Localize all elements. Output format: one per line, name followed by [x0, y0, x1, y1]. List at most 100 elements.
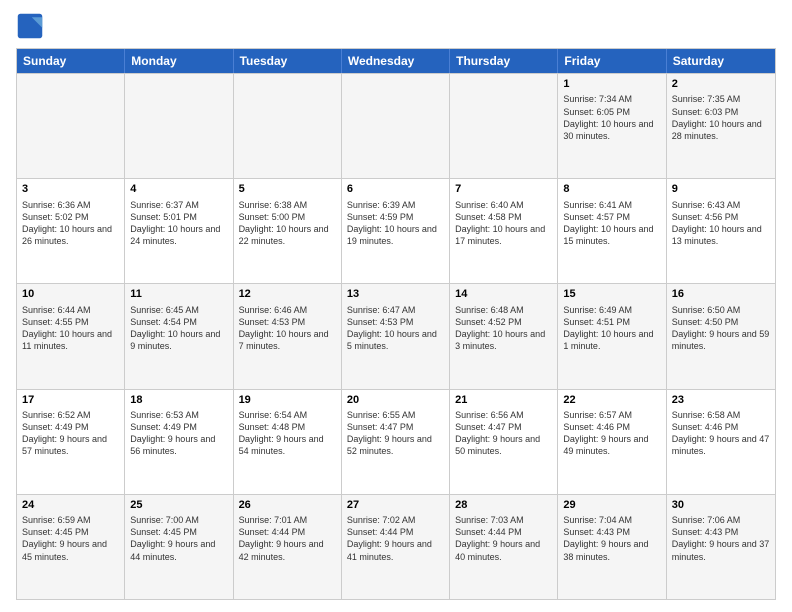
- cal-cell-r4-c1: 25Sunrise: 7:00 AM Sunset: 4:45 PM Dayli…: [125, 495, 233, 599]
- cell-info: Sunrise: 6:36 AM Sunset: 5:02 PM Dayligh…: [22, 199, 119, 248]
- cal-cell-r2-c6: 16 Sunrise: 6:50 AM Sunset: 4:50 PM Dayli…: [667, 284, 775, 388]
- day-number: 27: [347, 498, 444, 513]
- cell-info: Sunrise: 6:49 AM Sunset: 4:51 PM Dayligh…: [563, 304, 660, 353]
- calendar-row-1: 3 Sunrise: 6:36 AM Sunset: 5:02 PM Daylig…: [17, 178, 775, 283]
- day-number: 2: [672, 77, 770, 92]
- day-number: 16: [672, 287, 770, 302]
- day-number: 6: [347, 182, 444, 197]
- calendar-body: 1Sunrise: 7:34 AM Sunset: 6:05 PM Daylig…: [17, 73, 775, 599]
- cell-info: Sunrise: 6:48 AM Sunset: 4:52 PM Dayligh…: [455, 304, 552, 353]
- cal-cell-r1-c0: 3 Sunrise: 6:36 AM Sunset: 5:02 PM Daylig…: [17, 179, 125, 283]
- header-day-tuesday: Tuesday: [234, 49, 342, 73]
- cal-cell-r3-c4: 21Sunrise: 6:56 AM Sunset: 4:47 PM Dayli…: [450, 390, 558, 494]
- cell-info: Sunrise: 6:57 AM Sunset: 4:46 PM Dayligh…: [563, 409, 660, 458]
- cal-cell-r4-c0: 24Sunrise: 6:59 AM Sunset: 4:45 PM Dayli…: [17, 495, 125, 599]
- calendar-row-4: 24Sunrise: 6:59 AM Sunset: 4:45 PM Dayli…: [17, 494, 775, 599]
- header-day-thursday: Thursday: [450, 49, 558, 73]
- calendar-header: SundayMondayTuesdayWednesdayThursdayFrid…: [17, 49, 775, 73]
- day-number: 3: [22, 182, 119, 197]
- cell-info: Sunrise: 6:37 AM Sunset: 5:01 PM Dayligh…: [130, 199, 227, 248]
- cell-info: Sunrise: 6:45 AM Sunset: 4:54 PM Dayligh…: [130, 304, 227, 353]
- cal-cell-r1-c1: 4 Sunrise: 6:37 AM Sunset: 5:01 PM Daylig…: [125, 179, 233, 283]
- cal-cell-r1-c5: 8 Sunrise: 6:41 AM Sunset: 4:57 PM Daylig…: [558, 179, 666, 283]
- cal-cell-r4-c6: 30Sunrise: 7:06 AM Sunset: 4:43 PM Dayli…: [667, 495, 775, 599]
- cal-cell-r0-c2: [234, 74, 342, 178]
- day-number: 25: [130, 498, 227, 513]
- cell-info: Sunrise: 6:52 AM Sunset: 4:49 PM Dayligh…: [22, 409, 119, 458]
- cal-cell-r0-c4: [450, 74, 558, 178]
- cell-info: Sunrise: 7:04 AM Sunset: 4:43 PM Dayligh…: [563, 514, 660, 563]
- day-number: 12: [239, 287, 336, 302]
- cal-cell-r1-c6: 9 Sunrise: 6:43 AM Sunset: 4:56 PM Daylig…: [667, 179, 775, 283]
- cal-cell-r3-c0: 17Sunrise: 6:52 AM Sunset: 4:49 PM Dayli…: [17, 390, 125, 494]
- cal-cell-r0-c0: [17, 74, 125, 178]
- cell-info: Sunrise: 6:40 AM Sunset: 4:58 PM Dayligh…: [455, 199, 552, 248]
- cell-info: Sunrise: 7:06 AM Sunset: 4:43 PM Dayligh…: [672, 514, 770, 563]
- cell-info: Sunrise: 6:41 AM Sunset: 4:57 PM Dayligh…: [563, 199, 660, 248]
- cell-info: Sunrise: 7:35 AM Sunset: 6:03 PM Dayligh…: [672, 93, 770, 142]
- cal-cell-r0-c3: [342, 74, 450, 178]
- header-day-saturday: Saturday: [667, 49, 775, 73]
- cell-info: Sunrise: 6:55 AM Sunset: 4:47 PM Dayligh…: [347, 409, 444, 458]
- day-number: 8: [563, 182, 660, 197]
- day-number: 29: [563, 498, 660, 513]
- cal-cell-r1-c4: 7Sunrise: 6:40 AM Sunset: 4:58 PM Daylig…: [450, 179, 558, 283]
- cal-cell-r2-c2: 12 Sunrise: 6:46 AM Sunset: 4:53 PM Dayli…: [234, 284, 342, 388]
- cal-cell-r3-c1: 18Sunrise: 6:53 AM Sunset: 4:49 PM Dayli…: [125, 390, 233, 494]
- calendar-row-2: 10 Sunrise: 6:44 AM Sunset: 4:55 PM Dayli…: [17, 283, 775, 388]
- cal-cell-r3-c5: 22Sunrise: 6:57 AM Sunset: 4:46 PM Dayli…: [558, 390, 666, 494]
- day-number: 19: [239, 393, 336, 408]
- calendar-row-0: 1Sunrise: 7:34 AM Sunset: 6:05 PM Daylig…: [17, 73, 775, 178]
- cell-info: Sunrise: 6:54 AM Sunset: 4:48 PM Dayligh…: [239, 409, 336, 458]
- cell-info: Sunrise: 7:01 AM Sunset: 4:44 PM Dayligh…: [239, 514, 336, 563]
- cal-cell-r4-c4: 28Sunrise: 7:03 AM Sunset: 4:44 PM Dayli…: [450, 495, 558, 599]
- cell-info: Sunrise: 6:53 AM Sunset: 4:49 PM Dayligh…: [130, 409, 227, 458]
- day-number: 4: [130, 182, 227, 197]
- cal-cell-r4-c2: 26Sunrise: 7:01 AM Sunset: 4:44 PM Dayli…: [234, 495, 342, 599]
- logo-icon: [16, 12, 44, 40]
- cal-cell-r1-c3: 6 Sunrise: 6:39 AM Sunset: 4:59 PM Daylig…: [342, 179, 450, 283]
- header-day-sunday: Sunday: [17, 49, 125, 73]
- header-day-wednesday: Wednesday: [342, 49, 450, 73]
- day-number: 22: [563, 393, 660, 408]
- cal-cell-r2-c0: 10 Sunrise: 6:44 AM Sunset: 4:55 PM Dayli…: [17, 284, 125, 388]
- day-number: 11: [130, 287, 227, 302]
- cal-cell-r0-c5: 1Sunrise: 7:34 AM Sunset: 6:05 PM Daylig…: [558, 74, 666, 178]
- cell-info: Sunrise: 6:50 AM Sunset: 4:50 PM Dayligh…: [672, 304, 770, 353]
- cal-cell-r3-c2: 19Sunrise: 6:54 AM Sunset: 4:48 PM Dayli…: [234, 390, 342, 494]
- cell-info: Sunrise: 6:44 AM Sunset: 4:55 PM Dayligh…: [22, 304, 119, 353]
- cal-cell-r3-c6: 23Sunrise: 6:58 AM Sunset: 4:46 PM Dayli…: [667, 390, 775, 494]
- cell-info: Sunrise: 6:43 AM Sunset: 4:56 PM Dayligh…: [672, 199, 770, 248]
- cell-info: Sunrise: 7:34 AM Sunset: 6:05 PM Dayligh…: [563, 93, 660, 142]
- cal-cell-r4-c3: 27Sunrise: 7:02 AM Sunset: 4:44 PM Dayli…: [342, 495, 450, 599]
- day-number: 26: [239, 498, 336, 513]
- cell-info: Sunrise: 7:02 AM Sunset: 4:44 PM Dayligh…: [347, 514, 444, 563]
- calendar-row-3: 17Sunrise: 6:52 AM Sunset: 4:49 PM Dayli…: [17, 389, 775, 494]
- header-day-monday: Monday: [125, 49, 233, 73]
- cell-info: Sunrise: 6:39 AM Sunset: 4:59 PM Dayligh…: [347, 199, 444, 248]
- day-number: 18: [130, 393, 227, 408]
- cal-cell-r0-c1: [125, 74, 233, 178]
- cal-cell-r2-c4: 14Sunrise: 6:48 AM Sunset: 4:52 PM Dayli…: [450, 284, 558, 388]
- cell-info: Sunrise: 6:46 AM Sunset: 4:53 PM Dayligh…: [239, 304, 336, 353]
- day-number: 13: [347, 287, 444, 302]
- calendar: SundayMondayTuesdayWednesdayThursdayFrid…: [16, 48, 776, 600]
- header-day-friday: Friday: [558, 49, 666, 73]
- day-number: 30: [672, 498, 770, 513]
- day-number: 9: [672, 182, 770, 197]
- cell-info: Sunrise: 7:00 AM Sunset: 4:45 PM Dayligh…: [130, 514, 227, 563]
- page: SundayMondayTuesdayWednesdayThursdayFrid…: [0, 0, 792, 612]
- cell-info: Sunrise: 6:58 AM Sunset: 4:46 PM Dayligh…: [672, 409, 770, 458]
- cell-info: Sunrise: 6:38 AM Sunset: 5:00 PM Dayligh…: [239, 199, 336, 248]
- cell-info: Sunrise: 6:56 AM Sunset: 4:47 PM Dayligh…: [455, 409, 552, 458]
- cal-cell-r0-c6: 2Sunrise: 7:35 AM Sunset: 6:03 PM Daylig…: [667, 74, 775, 178]
- day-number: 23: [672, 393, 770, 408]
- day-number: 24: [22, 498, 119, 513]
- cal-cell-r3-c3: 20Sunrise: 6:55 AM Sunset: 4:47 PM Dayli…: [342, 390, 450, 494]
- day-number: 20: [347, 393, 444, 408]
- cal-cell-r1-c2: 5Sunrise: 6:38 AM Sunset: 5:00 PM Daylig…: [234, 179, 342, 283]
- day-number: 15: [563, 287, 660, 302]
- day-number: 17: [22, 393, 119, 408]
- cal-cell-r2-c3: 13Sunrise: 6:47 AM Sunset: 4:53 PM Dayli…: [342, 284, 450, 388]
- day-number: 10: [22, 287, 119, 302]
